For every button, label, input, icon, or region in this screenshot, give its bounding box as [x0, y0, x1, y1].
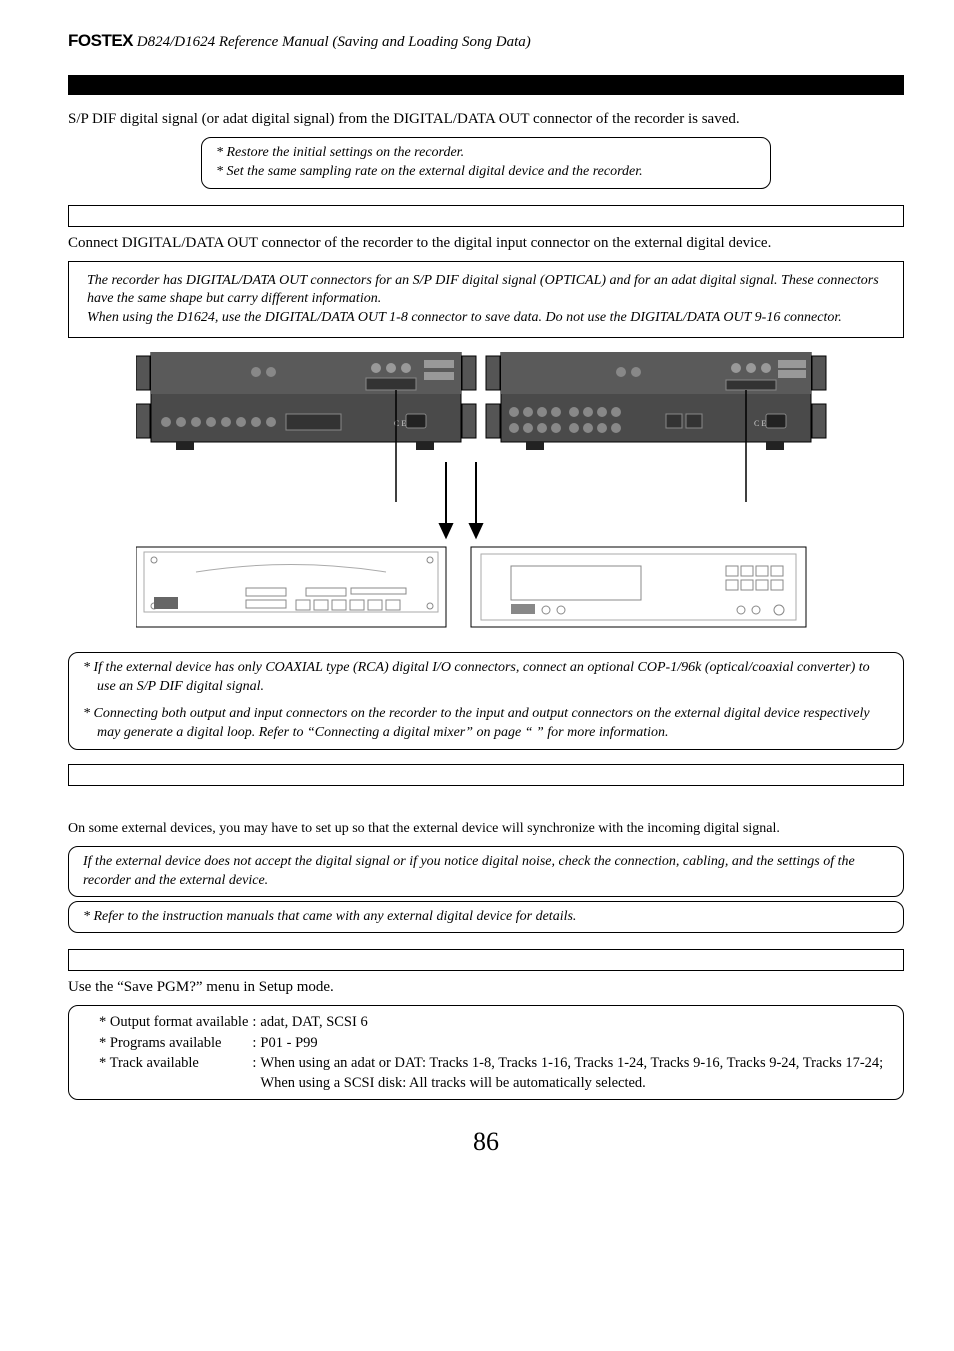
top-note-1: * Restore the initial settings on the re…: [216, 144, 756, 163]
table-row: * Track available : When using an adat o…: [99, 1053, 887, 1094]
connection-diagram: C E: [68, 352, 904, 638]
fmt-label-2: * Programs available: [99, 1033, 252, 1053]
fmt-label-3: * Track available: [99, 1053, 252, 1094]
fmt-val-1: adat, DAT, SCSI 6: [260, 1012, 887, 1032]
intro-text: S/P DIF digital signal (or adat digital …: [68, 109, 904, 129]
table-row: * Programs available : P01 - P99: [99, 1033, 887, 1053]
step3-body: Use the “Save PGM?” menu in Setup mode.: [68, 977, 904, 997]
section-black-bar: [68, 75, 904, 95]
formats-table: * Output format available : adat, DAT, S…: [99, 1012, 887, 1093]
step2-note1-box: If the external device does not accept t…: [68, 846, 904, 896]
mid-note-b: * Connecting both output and input conne…: [83, 705, 889, 743]
step-box-3: [68, 949, 904, 971]
page-number: 86: [68, 1124, 904, 1159]
table-row: * Output format available : adat, DAT, S…: [99, 1012, 887, 1032]
mid-note-a: * If the external device has only COAXIA…: [83, 659, 889, 697]
step2-note2: * Refer to the instruction manuals that …: [83, 909, 576, 924]
brand-logo: FOSTEX: [68, 31, 133, 50]
svg-text:C E: C E: [754, 419, 766, 428]
fmt-val-3: When using an adat or DAT: Tracks 1-8, T…: [260, 1053, 887, 1094]
fmt-label-1: * Output format available: [99, 1012, 252, 1032]
formats-box: * Output format available : adat, DAT, S…: [68, 1005, 904, 1100]
mid-notes-box: * If the external device has only COAXIA…: [68, 652, 904, 750]
step2-note1: If the external device does not accept t…: [83, 854, 855, 887]
step2-body: On some external devices, you may have t…: [68, 820, 904, 839]
step-box-2: [68, 764, 904, 786]
fmt-val-2: P01 - P99: [260, 1033, 887, 1053]
manual-title: D824/D1624 Reference Manual (Saving and …: [137, 34, 531, 50]
step2-note2-box: * Refer to the instruction manuals that …: [68, 901, 904, 933]
top-note-2: * Set the same sampling rate on the exte…: [216, 163, 756, 182]
step1-body: Connect DIGITAL/DATA OUT connector of th…: [68, 233, 904, 253]
step1-italic-note: The recorder has DIGITAL/DATA OUT connec…: [68, 261, 904, 338]
header-line: FOSTEX D824/D1624 Reference Manual (Savi…: [68, 30, 904, 53]
step-box-1: [68, 205, 904, 227]
top-notes-box: * Restore the initial settings on the re…: [201, 137, 771, 189]
